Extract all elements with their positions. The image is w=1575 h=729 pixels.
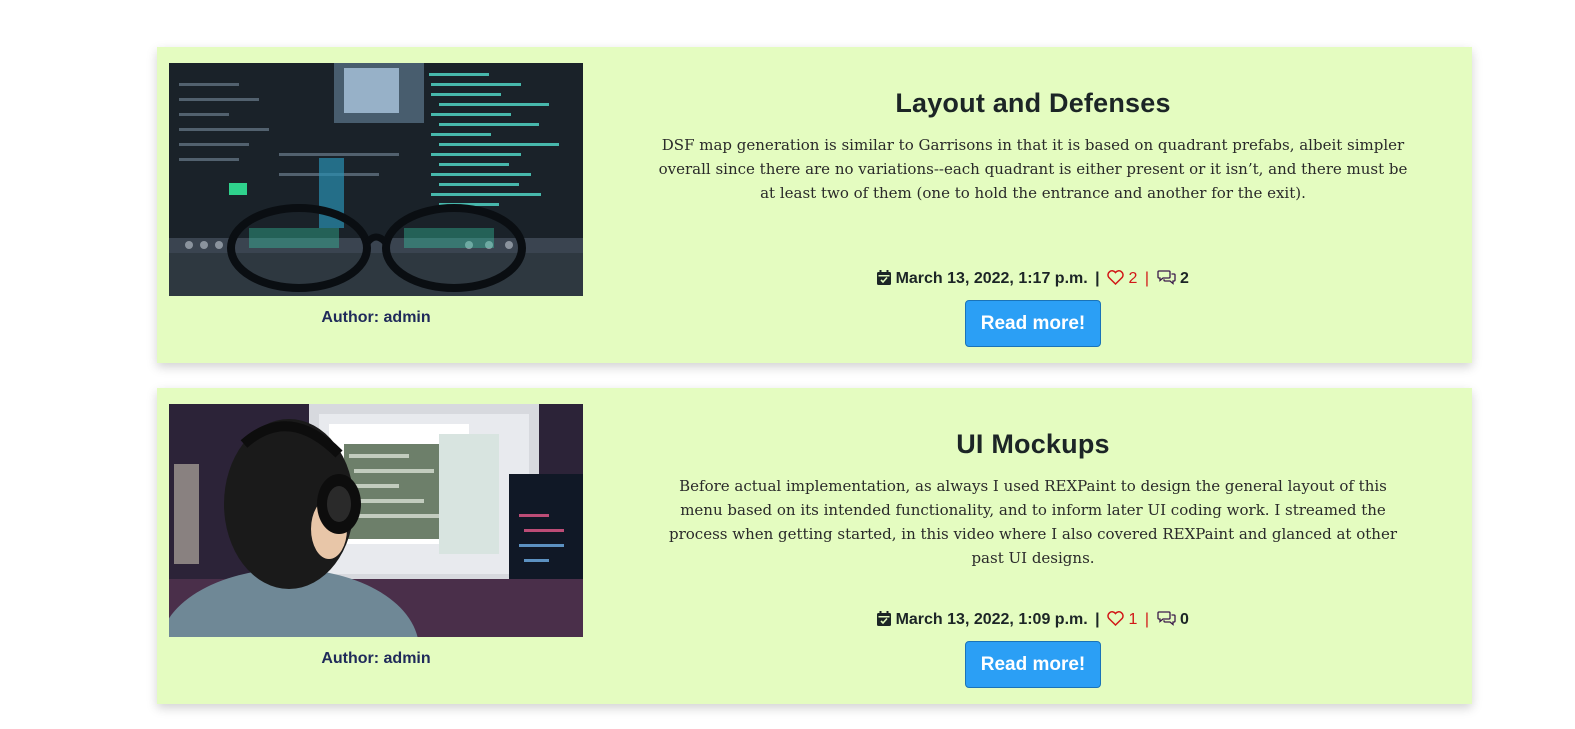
comments-icon[interactable] [1156, 269, 1176, 290]
meta-separator: | [1095, 611, 1100, 628]
post-meta: March 13, 2022, 1:09 p.m. | 1 | 0 [657, 610, 1409, 631]
post-card: Author: admin Layout and Defenses DSF ma… [157, 47, 1472, 363]
calendar-check-icon [877, 270, 892, 290]
post-title[interactable]: Layout and Defenses [657, 85, 1409, 121]
post-title[interactable]: UI Mockups [657, 426, 1409, 462]
heart-icon[interactable] [1107, 270, 1124, 290]
heart-icon[interactable] [1107, 611, 1124, 631]
comment-count: 2 [1179, 270, 1189, 287]
post-image-person-headphones-computer[interactable] [169, 404, 583, 637]
calendar-check-icon [877, 611, 892, 631]
post-image-code-monitor-glasses[interactable] [169, 63, 583, 296]
meta-separator: | [1144, 611, 1150, 628]
post-content: Layout and Defenses DSF map generation i… [657, 85, 1409, 205]
meta-separator: | [1144, 270, 1150, 287]
post-content: UI Mockups Before actual implementation,… [657, 426, 1409, 570]
post-author-label: Author: admin [321, 650, 431, 667]
post-author-label: Author: admin [321, 309, 431, 326]
comment-count: 0 [1179, 611, 1189, 628]
read-more-button[interactable]: Read more! [965, 300, 1101, 347]
post-excerpt: DSF map generation is similar to Garriso… [658, 136, 1408, 202]
like-count: 2 [1128, 270, 1138, 287]
post-author: Author: admin [169, 309, 583, 327]
post-date: March 13, 2022, 1:09 p.m. [895, 611, 1088, 628]
post-card: Author: admin UI Mockups Before actual i… [157, 388, 1472, 704]
post-excerpt: Before actual implementation, as always … [668, 477, 1397, 567]
post-date: March 13, 2022, 1:17 p.m. [895, 270, 1088, 287]
meta-separator: | [1095, 270, 1100, 287]
post-meta: March 13, 2022, 1:17 p.m. | 2 | 2 [657, 269, 1409, 290]
post-list: Author: admin Layout and Defenses DSF ma… [157, 47, 1472, 729]
read-more-button[interactable]: Read more! [965, 641, 1101, 688]
comments-icon[interactable] [1156, 610, 1176, 631]
post-author: Author: admin [169, 650, 583, 668]
like-count: 1 [1128, 611, 1138, 628]
